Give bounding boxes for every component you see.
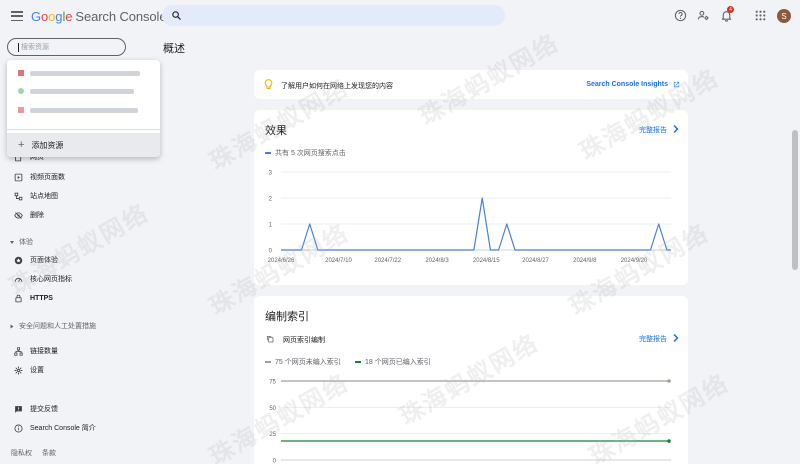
indexed-legend[interactable]: 18 个网页已编入索引: [355, 357, 431, 367]
x-tick-label: 2024/9/20: [621, 258, 648, 264]
not-indexed-legend[interactable]: 75 个网页未编入索引: [265, 357, 341, 367]
sitemap-icon: [14, 192, 23, 200]
indexing-subtitle: 网页索引编制: [283, 337, 325, 344]
blurred-url: [30, 70, 140, 76]
sidebar-item-feedback[interactable]: 提交反馈: [14, 402, 58, 416]
add-property-button[interactable]: + 添加资源: [7, 133, 160, 157]
copy-pages-icon: [266, 335, 274, 343]
indexing-full-report-link[interactable]: 完整报告: [639, 334, 667, 344]
sidebar-item-links[interactable]: 链接数量: [14, 344, 58, 358]
property-option[interactable]: [18, 85, 134, 97]
product-logo[interactable]: Google Search Console: [31, 9, 167, 24]
plus-icon: +: [18, 139, 25, 151]
x-tick-label: 2024/6/26: [268, 258, 295, 264]
performance-card: 效果 完整报告 共有 5 次网页搜索点击 0 1 2 3 2024/6/26 2024/7…: [254, 110, 688, 285]
x-tick-label: 2024/8/3: [425, 258, 449, 264]
x-tick-label: 2024/9/8: [573, 258, 597, 264]
blurred-url: [30, 88, 134, 94]
settings-icon: [14, 365, 23, 375]
info-icon: [14, 424, 23, 432]
manage-users-icon[interactable]: [697, 9, 710, 22]
property-search-input[interactable]: 搜索资源: [7, 38, 126, 56]
privacy-link[interactable]: 隐私权: [11, 450, 32, 457]
video-icon: [14, 173, 23, 181]
blurred-url: [30, 107, 138, 113]
y-tick-label: 0: [273, 459, 277, 464]
external-link-icon[interactable]: [673, 81, 680, 88]
apps-grid-icon[interactable]: [754, 9, 767, 22]
y-tick-label: 1: [269, 223, 273, 229]
divider: [7, 129, 160, 130]
x-tick-label: 2024/8/27: [522, 258, 549, 264]
help-icon[interactable]: [674, 9, 687, 22]
page-title: 概述: [163, 43, 185, 55]
insights-banner: 了解用户如何在网络上发现您的内容 Search Console Insights: [254, 70, 688, 99]
removal-icon: [14, 211, 23, 219]
collapse-arrow-icon: [10, 240, 14, 244]
legend-swatch: [265, 361, 271, 363]
sidebar-item-core-web-vitals[interactable]: 核心网页指标: [14, 272, 72, 286]
x-tick-label: 2024/7/10: [325, 258, 352, 264]
scrollbar[interactable]: [792, 130, 798, 270]
feedback-icon: [15, 405, 22, 413]
lightbulb-icon: [264, 79, 273, 89]
core-web-vitals-icon: [14, 277, 23, 282]
legend-swatch: [355, 361, 361, 363]
chevron-right-icon[interactable]: [673, 334, 679, 342]
y-tick-label: 75: [269, 380, 276, 386]
search-bar[interactable]: [162, 5, 505, 26]
chevron-right-icon[interactable]: [673, 125, 679, 133]
sidebar-item-settings[interactable]: 设置: [14, 363, 44, 377]
links-icon: [14, 346, 23, 356]
site-favicon-icon: [18, 70, 24, 76]
sidebar-item-about[interactable]: Search Console 简介: [14, 421, 96, 435]
property-dropdown: + 添加资源: [7, 60, 160, 157]
section-experience[interactable]: 体验: [10, 237, 33, 247]
text-caret: [18, 42, 19, 52]
clicks-legend[interactable]: 共有 5 次网页搜索点击: [265, 148, 346, 158]
insights-link[interactable]: Search Console Insights: [586, 81, 668, 88]
site-favicon-icon: [18, 88, 24, 94]
lock-icon: [15, 294, 22, 302]
performance-title: 效果: [265, 125, 287, 137]
series-end-point: [667, 439, 671, 443]
sidebar-item-https[interactable]: HTTPS: [14, 291, 53, 305]
footer-links: 隐私权 条款: [11, 448, 66, 458]
property-option[interactable]: [18, 104, 138, 116]
indexing-card: 编制索引 网页索引编制 完整报告 75 个网页未编入索引 18 个网页已编入索引…: [254, 296, 688, 464]
performance-full-report-link[interactable]: 完整报告: [639, 125, 667, 135]
property-option[interactable]: [18, 67, 140, 79]
site-favicon-icon: [18, 107, 24, 113]
sidebar-item-page-experience[interactable]: 页面体验: [14, 253, 58, 267]
sidebar-item-sitemaps[interactable]: 站点地图: [14, 189, 58, 203]
avatar[interactable]: S: [777, 9, 791, 23]
section-security[interactable]: 安全问题和人工处置措施: [10, 321, 96, 331]
indexing-chart: 0 25 50 75: [269, 379, 671, 464]
sidebar-item-removals[interactable]: 删除: [14, 208, 44, 222]
x-tick-label: 2024/7/22: [374, 258, 401, 264]
x-tick-label: 2024/8/15: [473, 258, 500, 264]
y-tick-label: 3: [269, 171, 273, 177]
y-tick-label: 25: [269, 432, 276, 438]
search-icon[interactable]: [171, 10, 182, 21]
top-bar: Google Search Console 4 S: [0, 0, 800, 32]
menu-icon[interactable]: [11, 11, 23, 21]
y-tick-label: 50: [269, 406, 276, 412]
sidebar-item-video-pages[interactable]: 视频页面数: [14, 170, 65, 184]
page-experience-icon: [14, 256, 23, 264]
terms-link[interactable]: 条款: [42, 450, 56, 457]
legend-swatch: [265, 152, 271, 154]
y-tick-label: 2: [269, 197, 273, 203]
y-tick-label: 0: [269, 249, 273, 255]
performance-chart: 0 1 2 3 2024/6/26 2024/7/10 2024/7/22 2024/8/3 2…: [268, 171, 671, 264]
expand-arrow-icon: [10, 324, 14, 328]
indexing-title: 编制索引: [265, 311, 309, 323]
series-end-point: [667, 379, 671, 383]
notification-badge: 4: [727, 6, 734, 13]
